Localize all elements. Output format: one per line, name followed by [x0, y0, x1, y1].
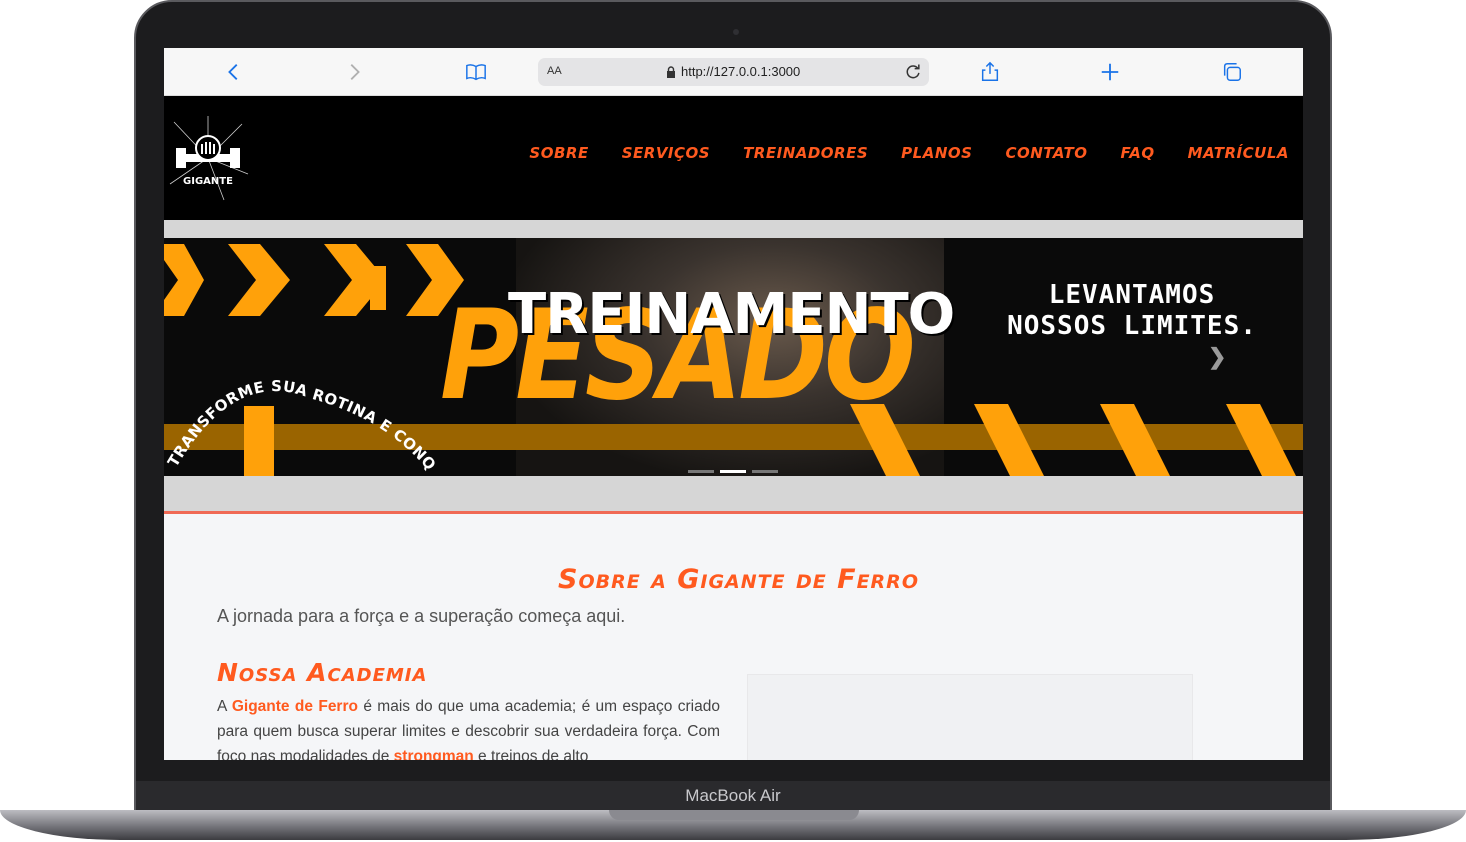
screen: AA http://127.0.0.1:3000 GIGANTE SOBRE S…: [164, 48, 1303, 760]
nav-item-servicos[interactable]: Serviços: [622, 144, 710, 162]
reload-icon[interactable]: [903, 62, 923, 82]
slogan-line-2: NOSSOS LIMITES.: [1007, 311, 1257, 341]
hero-carousel: PESADO TREINAMENTO TRANSFORME SUA ROTINA…: [164, 220, 1303, 514]
carousel-dot-3[interactable]: [752, 470, 778, 473]
address-bar[interactable]: AA http://127.0.0.1:3000: [538, 58, 929, 86]
share-icon[interactable]: [978, 60, 1002, 84]
highlight-strongman: strongman: [393, 748, 474, 760]
academy-title: Nossa Academia: [217, 658, 428, 687]
nav-item-contato[interactable]: Contato: [1005, 144, 1087, 162]
banner-arc-slogan: TRANSFORME SUA ROTINA E CONQUISTE: [164, 328, 440, 474]
about-title: Sobre a Gigante de Ferro: [558, 564, 919, 595]
camera-icon: [733, 29, 739, 35]
about-subtitle: A jornada para a força e a superação com…: [217, 606, 626, 626]
url-text: http://127.0.0.1:3000: [681, 64, 801, 79]
gym-logo[interactable]: GIGANTE: [164, 114, 252, 202]
highlight-gym-name: Gigante de Ferro: [231, 698, 358, 715]
banner-word-treinamento: TREINAMENTO: [508, 282, 955, 347]
forward-icon[interactable]: [342, 60, 366, 84]
carousel-dot-2[interactable]: [720, 470, 746, 473]
nav-item-planos[interactable]: Planos: [901, 144, 972, 162]
lock-icon: [667, 65, 675, 78]
reader-options-button[interactable]: AA: [547, 65, 562, 77]
tabs-overview-icon[interactable]: [1220, 60, 1244, 84]
carousel-next-icon[interactable]: ❯: [1208, 344, 1226, 370]
browser-toolbar: AA http://127.0.0.1:3000: [164, 48, 1303, 96]
nav-item-faq[interactable]: FAQ: [1120, 144, 1154, 162]
laptop-base: [0, 780, 1466, 842]
academy-image: [747, 674, 1193, 760]
arc-text: TRANSFORME SUA ROTINA E CONQUISTE: [164, 328, 439, 474]
banner-slogan: LEVANTAMOS NOSSOS LIMITES.: [982, 280, 1282, 342]
nav-item-treinadores[interactable]: Treinadores: [743, 144, 868, 162]
site-header: GIGANTE Sobre Serviços Treinadores Plano…: [164, 96, 1303, 220]
carousel-dot-1[interactable]: [688, 470, 714, 473]
hero-banner: PESADO TREINAMENTO TRANSFORME SUA ROTINA…: [164, 238, 1303, 476]
slogan-line-1: LEVANTAMOS: [1048, 280, 1216, 310]
svg-text:TRANSFORME SUA ROTINA E CONQUI: TRANSFORME SUA ROTINA E CONQUISTE: [164, 328, 440, 474]
back-icon[interactable]: [222, 60, 246, 84]
main-nav: Sobre Serviços Treinadores Planos Contat…: [529, 144, 1289, 162]
nav-item-sobre[interactable]: Sobre: [529, 144, 588, 162]
about-section: Sobre a Gigante de Ferro A jornada para …: [164, 514, 1303, 760]
new-tab-icon[interactable]: [1098, 60, 1122, 84]
nav-item-matricula[interactable]: Matrícula: [1188, 144, 1289, 162]
bookmarks-icon[interactable]: [464, 60, 488, 84]
academy-description: A Gigante de Ferro é mais do que uma aca…: [217, 694, 720, 760]
logo-text: GIGANTE: [183, 176, 233, 187]
carousel-indicators: [688, 470, 778, 473]
